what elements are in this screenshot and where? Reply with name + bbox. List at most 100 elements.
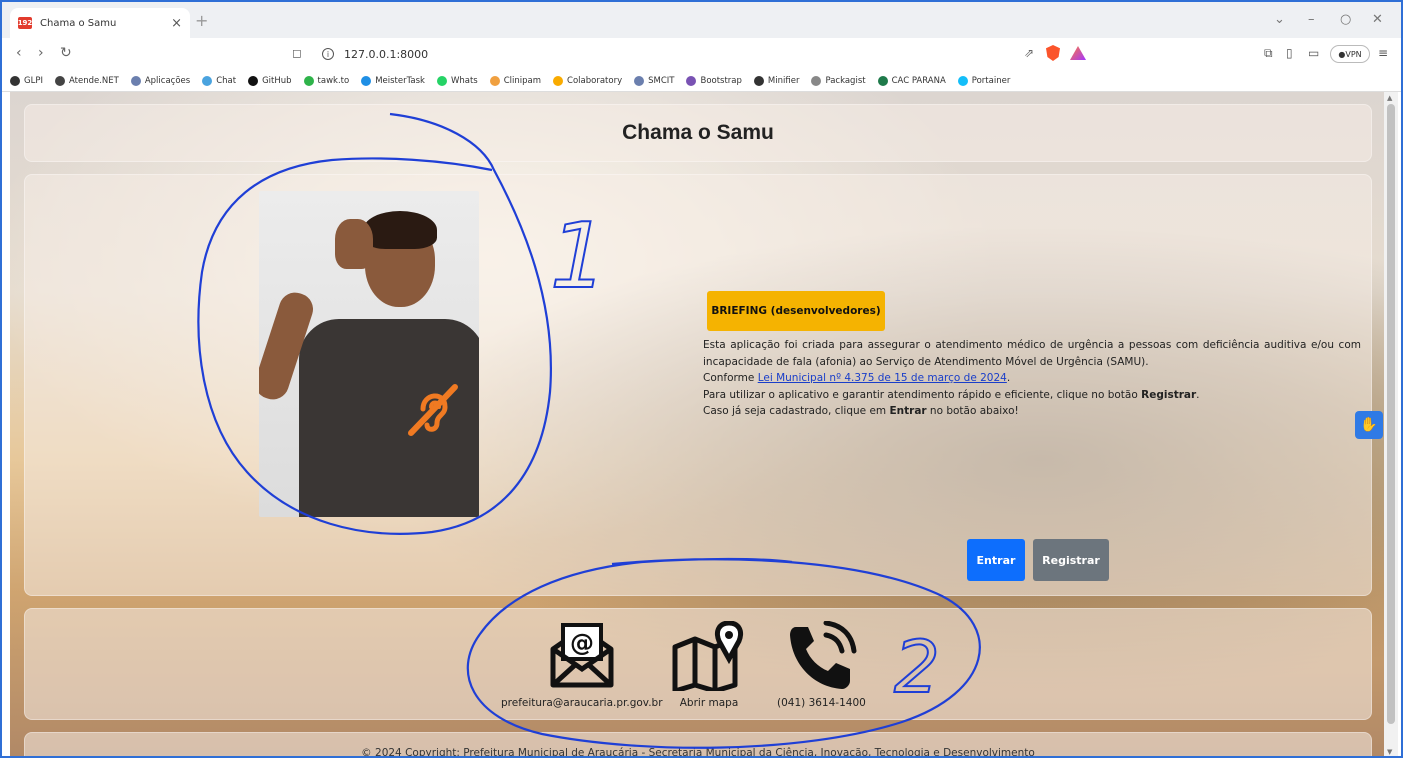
extensions-icon[interactable]: ⧉	[1264, 46, 1273, 61]
scroll-up-icon[interactable]: ▲	[1387, 94, 1392, 102]
new-tab-icon[interactable]: +	[195, 11, 208, 30]
bookmark-favicon-icon	[436, 75, 447, 86]
map-pin-icon	[672, 621, 744, 691]
vpn-label: VPN	[1345, 49, 1362, 59]
browser-window: 192 Chama o Samu × + ⌄ – ○ ✕ ‹ › ↻ ◻ i 1…	[0, 0, 1403, 758]
bookmark-label: Atende.NET	[68, 75, 119, 86]
bookmark-icon[interactable]: ◻	[292, 46, 302, 60]
share-icon[interactable]: ⇗	[1024, 46, 1034, 60]
header-card: Chama o Samu	[24, 104, 1372, 162]
bookmark-favicon-icon	[553, 75, 564, 86]
scrollbar[interactable]: ▲ ▼	[1384, 92, 1398, 756]
bookmark-favicon-icon	[634, 75, 645, 86]
back-icon[interactable]: ‹	[16, 45, 22, 61]
email-label: prefeitura@araucaria.pr.gov.br	[501, 697, 663, 709]
login-prefix: Caso já seja cadastrado, clique em	[703, 405, 890, 417]
scroll-down-icon[interactable]: ▼	[1387, 748, 1392, 756]
bookmark-label: CAC PARANA	[891, 75, 946, 86]
bookmark-label: Aplicações	[144, 75, 191, 86]
law-prefix: Conforme	[703, 372, 758, 384]
bookmark-item[interactable]: CAC PARANA	[877, 75, 946, 86]
bookmark-item[interactable]: Clinipam	[489, 75, 542, 86]
briefing-button[interactable]: BRIEFING (desenvolvedores)	[707, 291, 885, 331]
footer-card: © 2024 Copyright: Prefeitura Municipal d…	[24, 732, 1372, 756]
login-button[interactable]: Entrar	[967, 539, 1025, 581]
reload-icon[interactable]: ↻	[60, 45, 72, 61]
bookmark-favicon-icon	[957, 75, 968, 86]
register-button[interactable]: Registrar	[1033, 539, 1109, 581]
forward-icon[interactable]: ›	[38, 45, 44, 61]
bookmark-favicon-icon	[686, 75, 697, 86]
bookmark-label: Clinipam	[503, 75, 542, 86]
bookmark-favicon-icon	[361, 75, 372, 86]
url-text: 127.0.0.1:8000	[344, 47, 429, 61]
toolbar: ‹ › ↻ ◻ i 127.0.0.1:8000 ⇗ ⧉ ▯ ▭ ● VPN ≡	[2, 38, 1401, 70]
scrollbar-thumb[interactable]	[1387, 104, 1395, 724]
bookmark-label: Whats	[450, 75, 478, 86]
bookmark-item[interactable]: Atende.NET	[54, 75, 119, 86]
email-contact[interactable]: @ prefeitura@araucaria.pr.gov.br	[501, 621, 663, 709]
restore-icon[interactable]: ○	[1340, 12, 1351, 27]
contacts-card: @ prefeitura@araucaria.pr.gov.br Abrir m…	[24, 608, 1372, 720]
bookmark-favicon-icon	[303, 75, 314, 86]
bookmark-label: GLPI	[24, 75, 43, 86]
law-suffix: .	[1006, 372, 1011, 384]
boy-sign-language-photo	[259, 191, 479, 517]
close-tab-icon[interactable]: ×	[171, 16, 182, 31]
bookmark-item[interactable]: MeisterTask	[361, 75, 425, 86]
sign-language-accessibility-icon[interactable]: ✋	[1355, 411, 1383, 439]
bookmark-item[interactable]: Colaboratory	[553, 75, 623, 86]
tab-chama-o-samu[interactable]: 192 Chama o Samu ×	[10, 8, 190, 38]
bookmark-item[interactable]: Aplicações	[130, 75, 191, 86]
bookmark-item[interactable]: GitHub	[248, 75, 292, 86]
close-window-icon[interactable]: ✕	[1372, 12, 1383, 27]
bookmark-item[interactable]: Chat	[202, 75, 237, 86]
tab-search-icon[interactable]: ⌄	[1274, 12, 1285, 27]
bookmark-label: Bootstrap	[700, 75, 742, 86]
bookmark-favicon-icon	[811, 75, 822, 86]
phone-contact[interactable]: (041) 3614-1400	[777, 621, 866, 709]
phone-label: (041) 3614-1400	[777, 697, 866, 709]
bookmark-item[interactable]: tawk.to	[303, 75, 350, 86]
law-line: Conforme Lei Municipal nº 4.375 de 15 de…	[703, 370, 1361, 387]
law-link[interactable]: Lei Municipal nº 4.375 de 15 de março de…	[758, 372, 1007, 384]
login-suffix: no botão abaixo!	[926, 405, 1019, 417]
bookmark-item[interactable]: Packagist	[811, 75, 866, 86]
bookmark-favicon-icon	[753, 75, 764, 86]
hand-shape	[335, 219, 373, 269]
bookmarks-bar: GLPI Atende.NET Aplicações Chat GitHub tawk.t…	[2, 70, 1401, 92]
bookmark-label: Portainer	[971, 75, 1011, 86]
bookmark-favicon-icon	[877, 75, 888, 86]
main-card: BRIEFING (desenvolvedores) Esta aplicaçã…	[24, 174, 1383, 596]
address-bar[interactable]: i 127.0.0.1:8000	[316, 42, 1094, 66]
svg-text:@: @	[570, 629, 594, 657]
deaf-ear-icon	[399, 377, 463, 441]
favicon-icon: 192	[17, 17, 33, 29]
vpn-button[interactable]: ● VPN	[1330, 45, 1370, 63]
bookmark-label: Minifier	[767, 75, 800, 86]
map-label: Abrir mapa	[679, 697, 739, 709]
map-contact[interactable]: Abrir mapa	[671, 621, 747, 709]
description: Esta aplicação foi criada para assegurar…	[703, 337, 1361, 420]
register-prefix: Para utilizar o aplicativo e garantir at…	[703, 388, 1142, 401]
bookmark-label: tawk.to	[317, 75, 350, 86]
bookmark-item[interactable]: Whats	[436, 75, 478, 86]
bookmark-item[interactable]: Portainer	[957, 75, 1011, 86]
bookmark-favicon-icon	[10, 75, 20, 86]
site-info-icon[interactable]: i	[322, 48, 334, 60]
wallet-icon[interactable]: ▭	[1308, 46, 1319, 60]
phone-icon	[790, 621, 857, 689]
bookmark-item[interactable]: Minifier	[753, 75, 800, 86]
minimize-icon[interactable]: –	[1308, 12, 1315, 27]
register-instruction: Para utilizar o aplicativo e garantir at…	[703, 387, 1361, 404]
bookmark-favicon-icon	[130, 75, 141, 86]
tab-title: Chama o Samu	[40, 17, 117, 29]
register-suffix: .	[1196, 388, 1200, 401]
bookmark-label: Colaboratory	[567, 75, 623, 86]
sidebar-icon[interactable]: ▯	[1286, 46, 1293, 60]
bookmark-item[interactable]: SMCIT	[634, 75, 674, 86]
menu-icon[interactable]: ≡	[1378, 46, 1388, 60]
bookmark-label: Chat	[216, 75, 237, 86]
bookmark-item[interactable]: Bootstrap	[686, 75, 742, 86]
bookmark-item[interactable]: GLPI	[10, 75, 43, 86]
